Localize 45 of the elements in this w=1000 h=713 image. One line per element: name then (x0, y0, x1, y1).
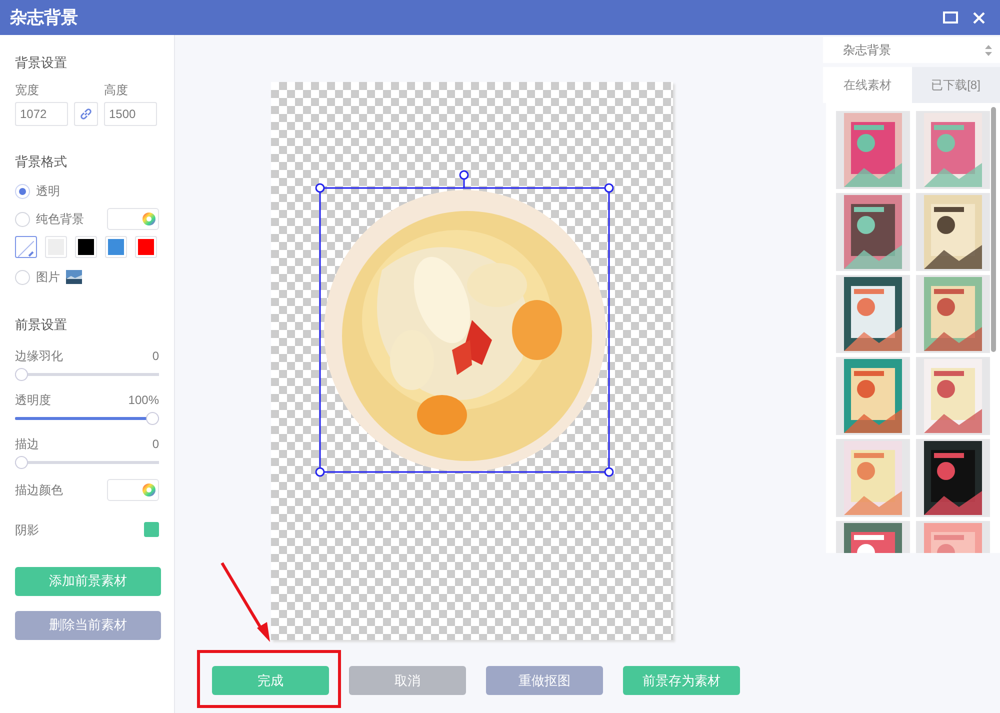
landscape-icon (66, 270, 82, 284)
radio-button[interactable] (15, 184, 30, 198)
field-label: 描边颜色 (15, 482, 63, 498)
color-wheel-icon (142, 482, 156, 496)
shadow-toggle[interactable] (144, 522, 159, 537)
color-wheel-icon (142, 212, 156, 226)
height-field[interactable]: 1500 (104, 102, 157, 126)
option-label: 纯色背景 (36, 211, 84, 228)
color-swatch[interactable] (15, 236, 37, 258)
action-button[interactable]: 添加前景素材 (15, 566, 161, 596)
action-button[interactable]: 删除当前素材 (15, 610, 161, 640)
category-dropdown[interactable]: 杂志背景 (823, 37, 1000, 63)
width-field[interactable]: 1072 (15, 102, 68, 126)
sort-caret-icon (985, 44, 992, 56)
field-label: 高度 (104, 82, 129, 98)
link-icon (79, 106, 93, 120)
option-label: 透明 (36, 183, 60, 200)
field-label: 宽度 (15, 82, 40, 98)
section-heading: 前景设置 (15, 316, 68, 334)
slider-label: 边缘羽化 (15, 348, 63, 364)
slider-label: 透明度 (15, 392, 51, 408)
slider-value: 0 (152, 348, 159, 364)
slider-thumb[interactable] (15, 456, 28, 468)
tab[interactable]: 在线素材 (823, 67, 912, 103)
color-picker[interactable] (107, 208, 159, 230)
radio-button[interactable] (15, 212, 30, 226)
slider-value: 0 (152, 436, 159, 452)
tab[interactable]: 已下载[8] (912, 67, 1000, 103)
section-heading: 背景格式 (15, 152, 68, 170)
option-label: 图片 (36, 269, 60, 286)
action-button[interactable]: 前景存为素材 (623, 666, 740, 695)
slider-value: 100% (128, 392, 159, 408)
slider-thumb[interactable] (146, 412, 159, 424)
action-button[interactable]: 取消 (349, 666, 466, 695)
link-button[interactable] (74, 102, 98, 126)
action-button[interactable]: 重做抠图 (486, 666, 603, 695)
scrollbar[interactable] (991, 107, 996, 352)
radio-button[interactable] (15, 270, 30, 284)
color-picker[interactable] (107, 478, 159, 500)
window-title: 杂志背景 (10, 6, 78, 29)
field-label: 阴影 (15, 522, 39, 538)
slider-thumb[interactable] (15, 368, 28, 380)
action-button[interactable]: 完成 (212, 666, 329, 695)
slider-label: 描边 (15, 436, 39, 452)
section-heading: 背景设置 (15, 54, 68, 72)
